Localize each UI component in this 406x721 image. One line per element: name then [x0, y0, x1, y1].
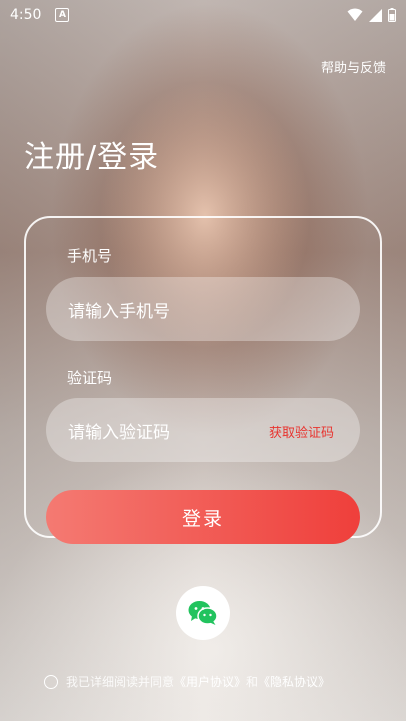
signal-icon	[369, 8, 382, 22]
agreement-and: 和	[246, 675, 259, 689]
login-button[interactable]: 登录	[46, 490, 360, 544]
help-feedback-link[interactable]: 帮助与反馈	[321, 57, 386, 76]
wifi-icon	[347, 8, 363, 21]
phone-label: 手机号	[67, 247, 113, 265]
privacy-policy-link[interactable]: 《隐私协议》	[258, 673, 330, 690]
agreement-prefix: 我已详细阅读并同意	[66, 675, 175, 689]
phone-input-placeholder: 请输入手机号	[68, 301, 170, 322]
verification-code-input[interactable]: 请输入验证码 获取验证码	[46, 398, 360, 462]
agreement-radio[interactable]	[44, 674, 58, 689]
status-time: 4:50	[10, 7, 42, 23]
wechat-icon	[188, 601, 218, 625]
wechat-login-button[interactable]	[176, 586, 230, 640]
get-code-button[interactable]: 获取验证码	[269, 422, 334, 441]
code-input-placeholder: 请输入验证码	[68, 422, 170, 443]
phone-input[interactable]: 请输入手机号	[46, 277, 360, 341]
battery-icon	[388, 8, 396, 22]
agreement-row: 我已详细阅读并同意 《用户协议》 和 《隐私协议》	[44, 673, 330, 690]
code-label: 验证码	[67, 369, 113, 387]
user-agreement-link[interactable]: 《用户协议》	[174, 673, 246, 690]
page-title: 注册/登录	[24, 140, 160, 175]
notification-a-icon: A	[55, 8, 70, 22]
status-bar: 4:50 A	[0, 0, 406, 30]
